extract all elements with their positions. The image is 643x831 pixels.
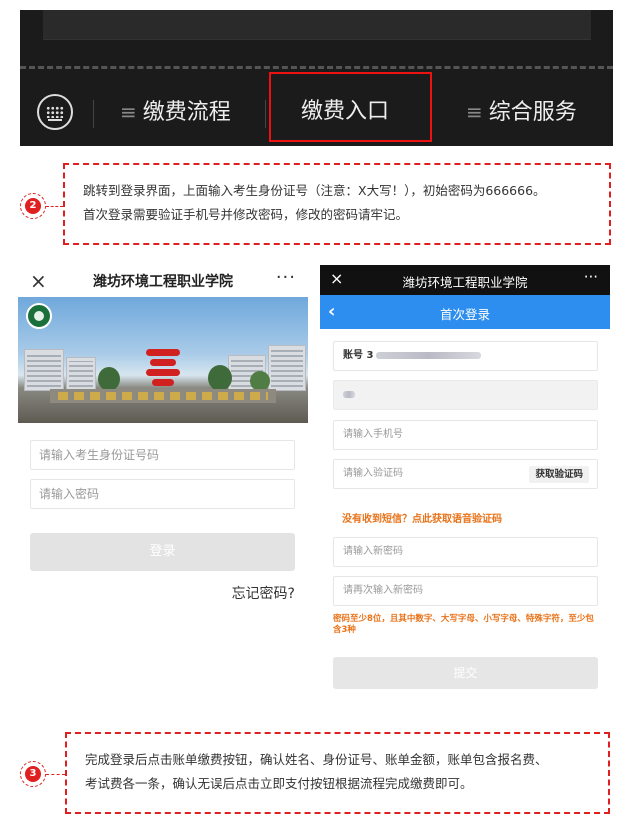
more-icon[interactable]: ··· bbox=[276, 267, 296, 288]
forgot-password-link[interactable]: 忘记密码? bbox=[232, 583, 295, 603]
get-code-button[interactable]: 获取验证码 bbox=[529, 466, 589, 483]
redacted-account-number bbox=[376, 351, 482, 359]
nav-bar: ‹ 首次登录 bbox=[320, 295, 610, 329]
bottom-menu-bar: ≡ 缴费流程 缴费入口 ≡ 综合服务 bbox=[20, 10, 613, 146]
app-header: × 潍坊环境工程职业学院 ··· bbox=[320, 265, 610, 295]
connector-line bbox=[46, 774, 65, 775]
confirm-password-input[interactable]: 请再次输入新密码 bbox=[333, 576, 598, 606]
verification-code-field[interactable]: 请输入验证码 获取验证码 bbox=[333, 459, 598, 489]
name-field bbox=[333, 380, 598, 410]
instruction-line: 完成登录后点击账单缴费按钮，确认姓名、身份证号、账单金额，账单包含报名费、 bbox=[85, 752, 548, 767]
connector-line bbox=[46, 206, 63, 207]
school-logo-icon bbox=[26, 303, 52, 329]
menu-item-services[interactable]: ≡ 综合服务 bbox=[466, 92, 577, 132]
gate-lettering bbox=[58, 392, 268, 400]
menu-divider bbox=[265, 100, 266, 128]
instruction-line: 首次登录需要验证手机号并修改密码，修改的密码请牢记。 bbox=[83, 207, 409, 222]
active-item-highlight bbox=[269, 72, 432, 142]
instruction-line: 跳转到登录界面，上面输入考生身份证号（注意：X大写！），初始密码为666666。 bbox=[83, 183, 546, 198]
nav-title: 首次登录 bbox=[439, 307, 490, 322]
login-screen: × 潍坊环境工程职业学院 ··· 请输入考生身份证号码 请输入密码 登录 忘记密… bbox=[18, 265, 308, 625]
account-label: 账号 3 bbox=[343, 350, 374, 361]
instruction-line: 考试费各一条，确认无误后点击立即支付按钮根据流程完成缴费即可。 bbox=[85, 776, 473, 791]
phone-input[interactable]: 请输入手机号 bbox=[333, 420, 598, 450]
hamburger-icon: ≡ bbox=[120, 100, 137, 124]
redacted-name bbox=[343, 390, 355, 398]
red-sculpture bbox=[146, 349, 180, 389]
verification-code-input[interactable]: 请输入验证码 bbox=[343, 468, 403, 479]
menu-item-payment-process[interactable]: ≡ 缴费流程 bbox=[120, 92, 231, 132]
voice-code-link[interactable]: 没有收到短信？点此获取语音验证码 bbox=[342, 510, 502, 525]
password-rule-hint: 密码至少8位，且其中数字、大写字母、小写字母、特殊字符，至少包含3种 bbox=[333, 614, 594, 635]
keyboard-icon[interactable] bbox=[37, 94, 73, 130]
step-3-instructions: 完成登录后点击账单缴费按钮，确认姓名、身份证号、账单金额，账单包含报名费、 考试… bbox=[65, 732, 610, 814]
id-number-input[interactable]: 请输入考生身份证号码 bbox=[30, 440, 295, 470]
menu-item-label: 缴费流程 bbox=[142, 100, 231, 125]
step-badge-2: 2 bbox=[25, 198, 41, 214]
content-strip bbox=[43, 10, 591, 40]
campus-banner-image bbox=[18, 297, 308, 423]
menu-divider bbox=[93, 100, 94, 128]
submit-button[interactable]: 提交 bbox=[333, 657, 598, 689]
more-icon[interactable]: ··· bbox=[584, 268, 598, 286]
step-badge-3: 3 bbox=[25, 766, 41, 782]
login-button[interactable]: 登录 bbox=[30, 533, 295, 571]
step-2-instructions: 跳转到登录界面，上面输入考生身份证号（注意：X大写！），初始密码为666666。… bbox=[63, 163, 611, 245]
app-header: × 潍坊环境工程职业学院 ··· bbox=[18, 265, 308, 297]
hamburger-icon: ≡ bbox=[466, 100, 483, 124]
first-login-screen: × 潍坊环境工程职业学院 ··· ‹ 首次登录 账号 3 请输入手机号 请输入验… bbox=[320, 265, 610, 700]
divider bbox=[20, 66, 613, 69]
page-title: 潍坊环境工程职业学院 bbox=[402, 275, 528, 290]
menu-item-label: 综合服务 bbox=[488, 100, 577, 125]
new-password-input[interactable]: 请输入新密码 bbox=[333, 537, 598, 567]
account-field: 账号 3 bbox=[333, 341, 598, 371]
page-title: 潍坊环境工程职业学院 bbox=[93, 274, 233, 290]
password-input[interactable]: 请输入密码 bbox=[30, 479, 295, 509]
